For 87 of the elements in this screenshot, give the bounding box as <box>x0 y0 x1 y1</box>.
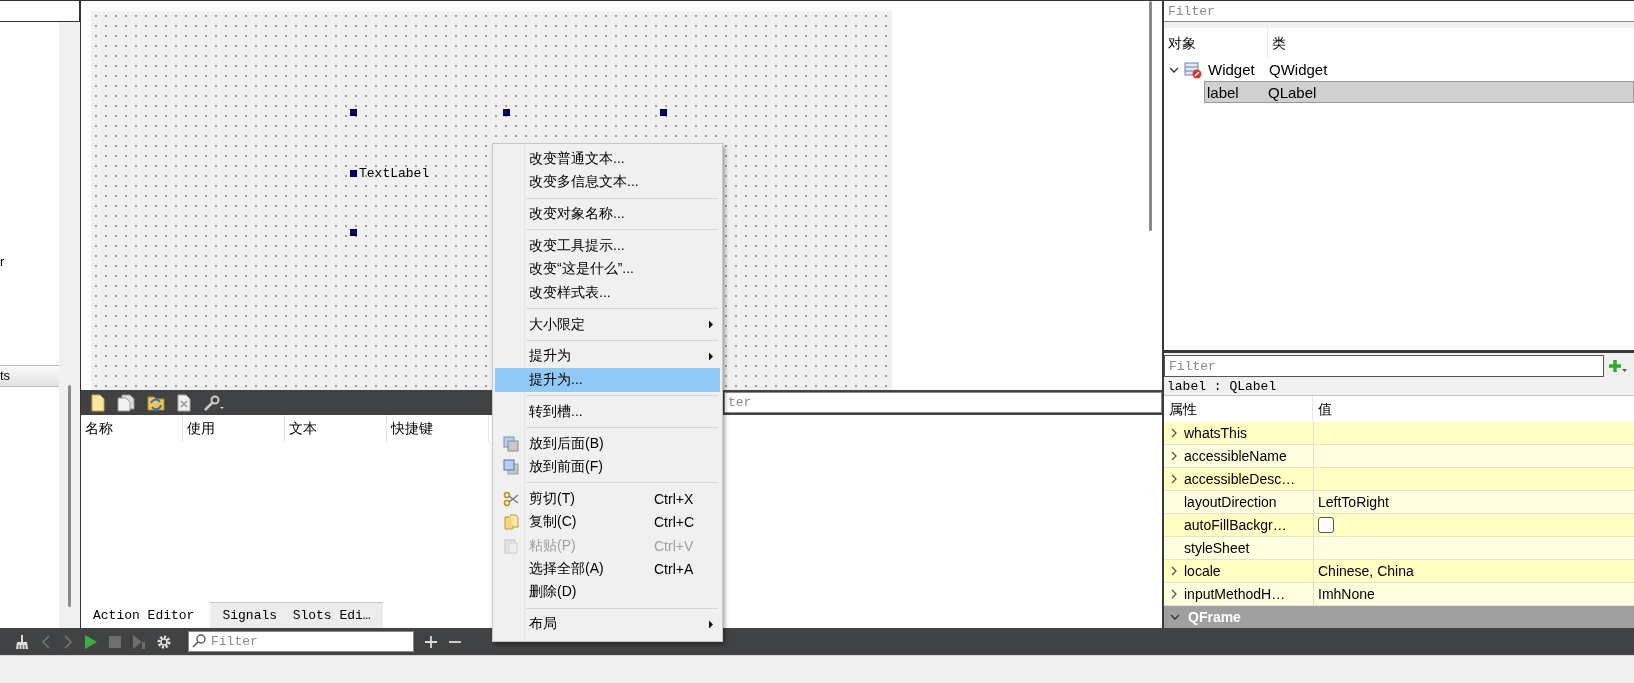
property-name: inputMethodH… <box>1184 586 1286 602</box>
menu-item[interactable]: 大小限定 <box>495 312 720 337</box>
search-field[interactable] <box>0 0 80 22</box>
tree-row[interactable]: label QLabel <box>1204 81 1634 103</box>
selection-handle[interactable] <box>350 229 357 236</box>
column-header[interactable]: 名称 <box>81 415 183 442</box>
tree-cell[interactable]: QLabel <box>1267 83 1633 101</box>
property-row[interactable]: accessibleDesc… <box>1164 468 1634 491</box>
column-header[interactable]: 类 <box>1268 28 1634 58</box>
menu-item[interactable]: 改变多信息文本... <box>495 170 720 194</box>
tree-row[interactable]: Widget QWidget <box>1164 58 1634 81</box>
tree-cell[interactable]: Widget <box>1207 61 1255 78</box>
shortcut-text: Ctrl+A <box>654 561 695 578</box>
property-row[interactable]: whatsThis <box>1164 422 1634 445</box>
menu-item[interactable]: 提升为... <box>495 368 720 392</box>
menu-item[interactable]: 放到后面(B) <box>495 431 720 456</box>
group-name: QFrame <box>1188 609 1241 625</box>
search-icon <box>191 633 209 649</box>
menu-icon <box>502 459 519 475</box>
folder-arrows-icon[interactable] <box>147 393 165 412</box>
property-row[interactable]: autoFillBackgr… <box>1164 514 1634 537</box>
shortcut-text: Ctrl+C <box>654 514 696 531</box>
property-name: accessibleName <box>1184 448 1287 464</box>
property-row[interactable]: layoutDirection LeftToRight <box>1164 491 1634 514</box>
property-row[interactable]: accessibleName <box>1164 445 1634 468</box>
property-name: locale <box>1184 563 1221 579</box>
tree-cell[interactable]: QWidget <box>1268 61 1634 78</box>
menu-item[interactable]: 放到前面(F) <box>495 455 720 479</box>
play-icon[interactable] <box>84 633 98 650</box>
menu-item[interactable]: 删除(D) <box>495 580 720 605</box>
filter-field[interactable]: Filter <box>1164 0 1634 22</box>
column-header[interactable]: 值 <box>1313 396 1634 422</box>
section-header[interactable]: ts <box>0 365 59 387</box>
menu-icon <box>502 514 519 531</box>
property-value[interactable]: Chinese, China <box>1313 560 1634 582</box>
filter-field[interactable]: ter <box>724 392 1162 413</box>
menu-icon <box>502 435 519 452</box>
widget-icon <box>1184 60 1202 79</box>
menu-item[interactable]: 改变对象名称... <box>495 202 720 226</box>
delete-document-icon[interactable] <box>177 393 191 412</box>
documents-icon[interactable] <box>117 393 135 412</box>
menu-item[interactable]: 布局 <box>495 612 720 637</box>
menu-item[interactable]: 转到槽... <box>495 400 720 424</box>
property-name: accessibleDesc… <box>1184 471 1296 487</box>
list-item[interactable]: r <box>0 254 5 270</box>
settings-icon[interactable] <box>156 633 172 650</box>
property-value[interactable]: ImhNone <box>1313 583 1634 605</box>
menu-item[interactable]: 改变普通文本... <box>495 147 720 171</box>
object-caption: label : QLabel <box>1164 377 1634 396</box>
column-header[interactable]: 文本 <box>285 415 387 442</box>
tree-cell[interactable]: label <box>1205 83 1267 101</box>
column-header[interactable]: 使用 <box>183 415 285 442</box>
property-row[interactable]: styleSheet <box>1164 537 1634 560</box>
shortcut-text: Ctrl+V <box>654 537 695 554</box>
shortcut-text: Ctrl+X <box>654 490 695 507</box>
menu-icon <box>502 490 519 507</box>
column-header[interactable]: 快捷键 <box>387 415 489 442</box>
property-row[interactable]: inputMethodH… ImhNone <box>1164 583 1634 606</box>
selection-handle[interactable] <box>350 109 357 116</box>
selection-handle[interactable] <box>350 170 357 177</box>
checkbox[interactable] <box>1318 517 1334 533</box>
tab[interactable]: Signals Slots Edi… <box>210 602 383 628</box>
selection-handle[interactable] <box>660 109 667 116</box>
menu-item[interactable]: 改变“这是什么”... <box>495 257 720 281</box>
menu-item[interactable]: 剪切(T) Ctrl+X <box>495 487 720 511</box>
menu-item[interactable]: 提升为 <box>495 344 720 369</box>
menu-icon <box>502 537 519 554</box>
filter-field[interactable]: Filter <box>188 631 414 652</box>
property-name: layoutDirection <box>1184 494 1277 510</box>
menu-item[interactable]: 改变样式表... <box>495 280 720 305</box>
new-document-icon[interactable] <box>91 393 105 412</box>
property-name: autoFillBackgr… <box>1184 517 1287 533</box>
column-header[interactable]: 对象 <box>1164 28 1268 58</box>
scrollbar[interactable] <box>1149 1 1152 231</box>
add-icon[interactable] <box>424 634 438 649</box>
menu-item[interactable]: 改变工具提示... <box>495 234 720 258</box>
scrollbar[interactable] <box>68 385 71 607</box>
filter-field[interactable]: Filter <box>1164 355 1604 377</box>
property-row[interactable]: locale Chinese, China <box>1164 560 1634 583</box>
property-name: styleSheet <box>1184 540 1250 556</box>
property-value[interactable]: LeftToRight <box>1313 491 1634 513</box>
menu-item[interactable]: 选择全部(A) Ctrl+A <box>495 557 720 581</box>
menu-item[interactable]: 复制(C) Ctrl+C <box>495 510 720 534</box>
wrench-icon[interactable] <box>203 393 225 412</box>
property-name: whatsThis <box>1184 425 1248 441</box>
selection-handle[interactable] <box>503 109 510 116</box>
plus-icon <box>1608 358 1628 374</box>
